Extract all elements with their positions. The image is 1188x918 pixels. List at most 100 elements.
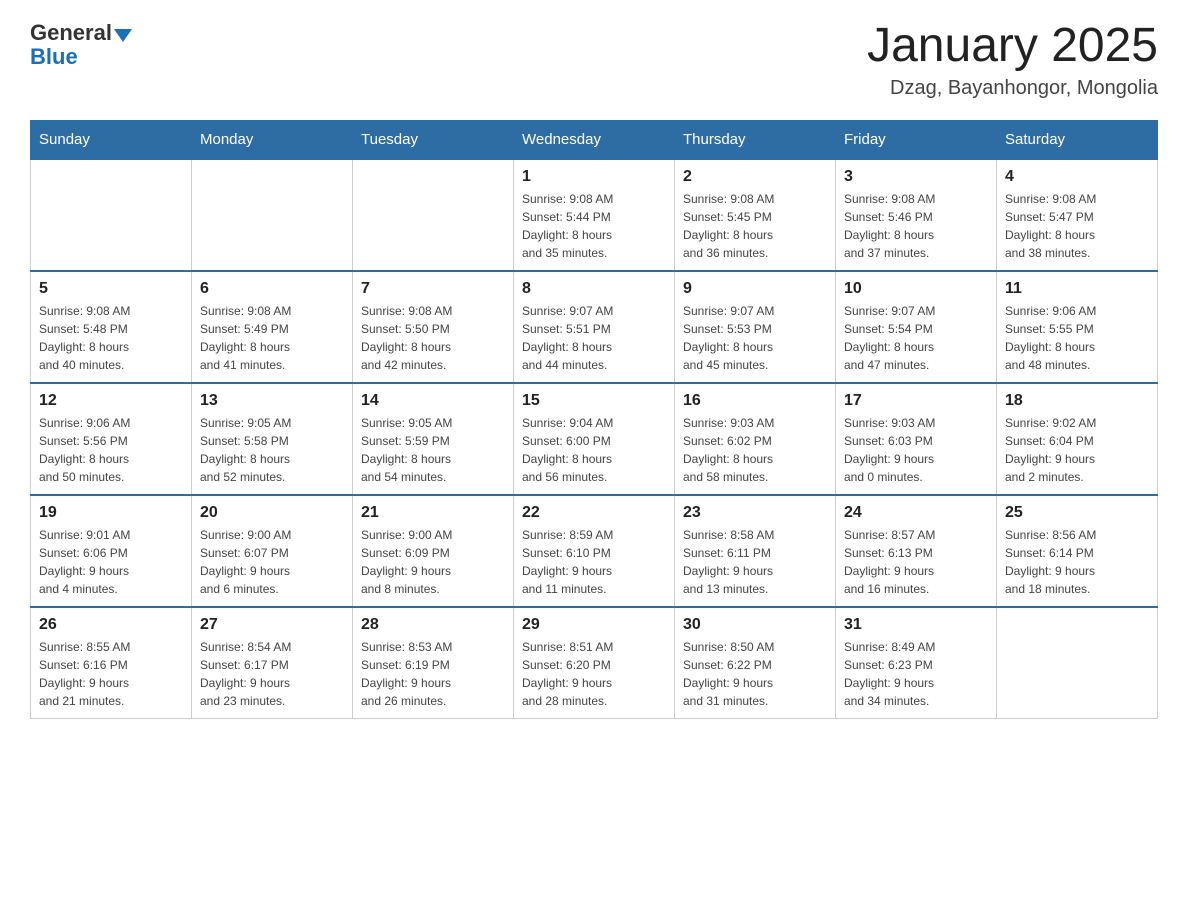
day-number: 1 [522,168,666,186]
day-info: Sunrise: 9:08 AMSunset: 5:48 PMDaylight:… [39,302,183,374]
day-info: Sunrise: 9:06 AMSunset: 5:56 PMDaylight:… [39,414,183,486]
day-number: 8 [522,280,666,298]
calendar-week-row: 12 Sunrise: 9:06 AMSunset: 5:56 PMDayligh… [31,383,1158,495]
logo-blue: Blue [30,44,132,70]
calendar-day-cell: 2 Sunrise: 9:08 AMSunset: 5:45 PMDaylight… [675,159,836,271]
calendar-day-cell: 31 Sunrise: 8:49 AMSunset: 6:23 PMDayligh… [836,607,997,719]
weekday-header-thursday: Thursday [675,120,836,159]
day-info: Sunrise: 9:08 AMSunset: 5:49 PMDaylight:… [200,302,344,374]
logo: General Blue [30,20,132,70]
day-number: 29 [522,616,666,634]
calendar-week-row: 1 Sunrise: 9:08 AMSunset: 5:44 PMDaylight… [31,159,1158,271]
calendar-day-cell: 21Sunrise: 9:00 AMSunset: 6:09 PMDayligh… [353,495,514,607]
day-info: Sunrise: 9:04 AMSunset: 6:00 PMDaylight:… [522,414,666,486]
calendar-day-cell: 14Sunrise: 9:05 AMSunset: 5:59 PMDayligh… [353,383,514,495]
day-number: 10 [844,280,988,298]
weekday-header-wednesday: Wednesday [514,120,675,159]
day-info: Sunrise: 8:59 AMSunset: 6:10 PMDaylight:… [522,526,666,598]
calendar-day-cell: 19Sunrise: 9:01 AMSunset: 6:06 PMDayligh… [31,495,192,607]
calendar-day-cell: 13 Sunrise: 9:05 AMSunset: 5:58 PMDayligh… [192,383,353,495]
weekday-header-row: SundayMondayTuesdayWednesdayThursdayFrid… [31,120,1158,159]
day-info: Sunrise: 8:56 AMSunset: 6:14 PMDaylight:… [1005,526,1149,598]
calendar-table: SundayMondayTuesdayWednesdayThursdayFrid… [30,120,1158,719]
page-title: January 2025 [867,20,1158,73]
calendar-day-cell: 18Sunrise: 9:02 AMSunset: 6:04 PMDayligh… [997,383,1158,495]
calendar-day-cell: 17Sunrise: 9:03 AMSunset: 6:03 PMDayligh… [836,383,997,495]
title-section: January 2025 Dzag, Bayanhongor, Mongolia [867,20,1158,100]
day-info: Sunrise: 9:07 AMSunset: 5:54 PMDaylight:… [844,302,988,374]
calendar-day-cell: 3 Sunrise: 9:08 AMSunset: 5:46 PMDaylight… [836,159,997,271]
calendar-day-cell: 22 Sunrise: 8:59 AMSunset: 6:10 PMDayligh… [514,495,675,607]
day-number: 25 [1005,504,1149,522]
day-number: 2 [683,168,827,186]
day-info: Sunrise: 9:06 AMSunset: 5:55 PMDaylight:… [1005,302,1149,374]
day-info: Sunrise: 8:50 AMSunset: 6:22 PMDaylight:… [683,638,827,710]
day-number: 23 [683,504,827,522]
calendar-day-cell [353,159,514,271]
day-info: Sunrise: 9:03 AMSunset: 6:02 PMDaylight:… [683,414,827,486]
calendar-day-cell: 12 Sunrise: 9:06 AMSunset: 5:56 PMDayligh… [31,383,192,495]
calendar-day-cell: 30 Sunrise: 8:50 AMSunset: 6:22 PMDayligh… [675,607,836,719]
day-info: Sunrise: 9:07 AMSunset: 5:53 PMDaylight:… [683,302,827,374]
day-info: Sunrise: 8:58 AMSunset: 6:11 PMDaylight:… [683,526,827,598]
day-info: Sunrise: 9:08 AMSunset: 5:46 PMDaylight:… [844,190,988,262]
calendar-day-cell: 29 Sunrise: 8:51 AMSunset: 6:20 PMDayligh… [514,607,675,719]
calendar-day-cell: 7 Sunrise: 9:08 AMSunset: 5:50 PMDaylight… [353,271,514,383]
calendar-day-cell: 6Sunrise: 9:08 AMSunset: 5:49 PMDaylight… [192,271,353,383]
calendar-day-cell: 25 Sunrise: 8:56 AMSunset: 6:14 PMDayligh… [997,495,1158,607]
page-header: General Blue January 2025 Dzag, Bayanhon… [30,20,1158,100]
day-number: 17 [844,392,988,410]
calendar-day-cell [192,159,353,271]
calendar-day-cell [997,607,1158,719]
day-number: 12 [39,392,183,410]
day-number: 18 [1005,392,1149,410]
calendar-day-cell: 24 Sunrise: 8:57 AMSunset: 6:13 PMDayligh… [836,495,997,607]
day-number: 3 [844,168,988,186]
day-info: Sunrise: 8:51 AMSunset: 6:20 PMDaylight:… [522,638,666,710]
day-number: 9 [683,280,827,298]
calendar-day-cell: 4 Sunrise: 9:08 AMSunset: 5:47 PMDaylight… [997,159,1158,271]
calendar-week-row: 5Sunrise: 9:08 AMSunset: 5:48 PMDaylight… [31,271,1158,383]
day-info: Sunrise: 9:08 AMSunset: 5:47 PMDaylight:… [1005,190,1149,262]
day-number: 22 [522,504,666,522]
calendar-day-cell [31,159,192,271]
day-number: 15 [522,392,666,410]
day-number: 26 [39,616,183,634]
day-number: 28 [361,616,505,634]
day-number: 13 [200,392,344,410]
calendar-day-cell: 23 Sunrise: 8:58 AMSunset: 6:11 PMDayligh… [675,495,836,607]
calendar-day-cell: 28 Sunrise: 8:53 AMSunset: 6:19 PMDayligh… [353,607,514,719]
day-number: 31 [844,616,988,634]
calendar-day-cell: 8 Sunrise: 9:07 AMSunset: 5:51 PMDaylight… [514,271,675,383]
weekday-header-friday: Friday [836,120,997,159]
calendar-day-cell: 1 Sunrise: 9:08 AMSunset: 5:44 PMDaylight… [514,159,675,271]
calendar-day-cell: 27Sunrise: 8:54 AMSunset: 6:17 PMDayligh… [192,607,353,719]
day-number: 4 [1005,168,1149,186]
day-number: 7 [361,280,505,298]
day-info: Sunrise: 9:08 AMSunset: 5:50 PMDaylight:… [361,302,505,374]
day-info: Sunrise: 8:57 AMSunset: 6:13 PMDaylight:… [844,526,988,598]
calendar-week-row: 26Sunrise: 8:55 AMSunset: 6:16 PMDayligh… [31,607,1158,719]
day-number: 30 [683,616,827,634]
day-info: Sunrise: 9:07 AMSunset: 5:51 PMDaylight:… [522,302,666,374]
day-info: Sunrise: 8:49 AMSunset: 6:23 PMDaylight:… [844,638,988,710]
weekday-header-monday: Monday [192,120,353,159]
calendar-day-cell: 20 Sunrise: 9:00 AMSunset: 6:07 PMDayligh… [192,495,353,607]
day-info: Sunrise: 9:00 AMSunset: 6:07 PMDaylight:… [200,526,344,598]
day-info: Sunrise: 9:05 AMSunset: 5:58 PMDaylight:… [200,414,344,486]
day-info: Sunrise: 8:53 AMSunset: 6:19 PMDaylight:… [361,638,505,710]
calendar-week-row: 19Sunrise: 9:01 AMSunset: 6:06 PMDayligh… [31,495,1158,607]
day-number: 24 [844,504,988,522]
calendar-day-cell: 26Sunrise: 8:55 AMSunset: 6:16 PMDayligh… [31,607,192,719]
day-number: 19 [39,504,183,522]
day-info: Sunrise: 9:08 AMSunset: 5:45 PMDaylight:… [683,190,827,262]
calendar-day-cell: 10 Sunrise: 9:07 AMSunset: 5:54 PMDayligh… [836,271,997,383]
day-number: 20 [200,504,344,522]
calendar-day-cell: 11Sunrise: 9:06 AMSunset: 5:55 PMDayligh… [997,271,1158,383]
day-info: Sunrise: 9:08 AMSunset: 5:44 PMDaylight:… [522,190,666,262]
subtitle: Dzag, Bayanhongor, Mongolia [867,77,1158,100]
day-info: Sunrise: 8:54 AMSunset: 6:17 PMDaylight:… [200,638,344,710]
calendar-day-cell: 5Sunrise: 9:08 AMSunset: 5:48 PMDaylight… [31,271,192,383]
calendar-day-cell: 9 Sunrise: 9:07 AMSunset: 5:53 PMDaylight… [675,271,836,383]
weekday-header-sunday: Sunday [31,120,192,159]
